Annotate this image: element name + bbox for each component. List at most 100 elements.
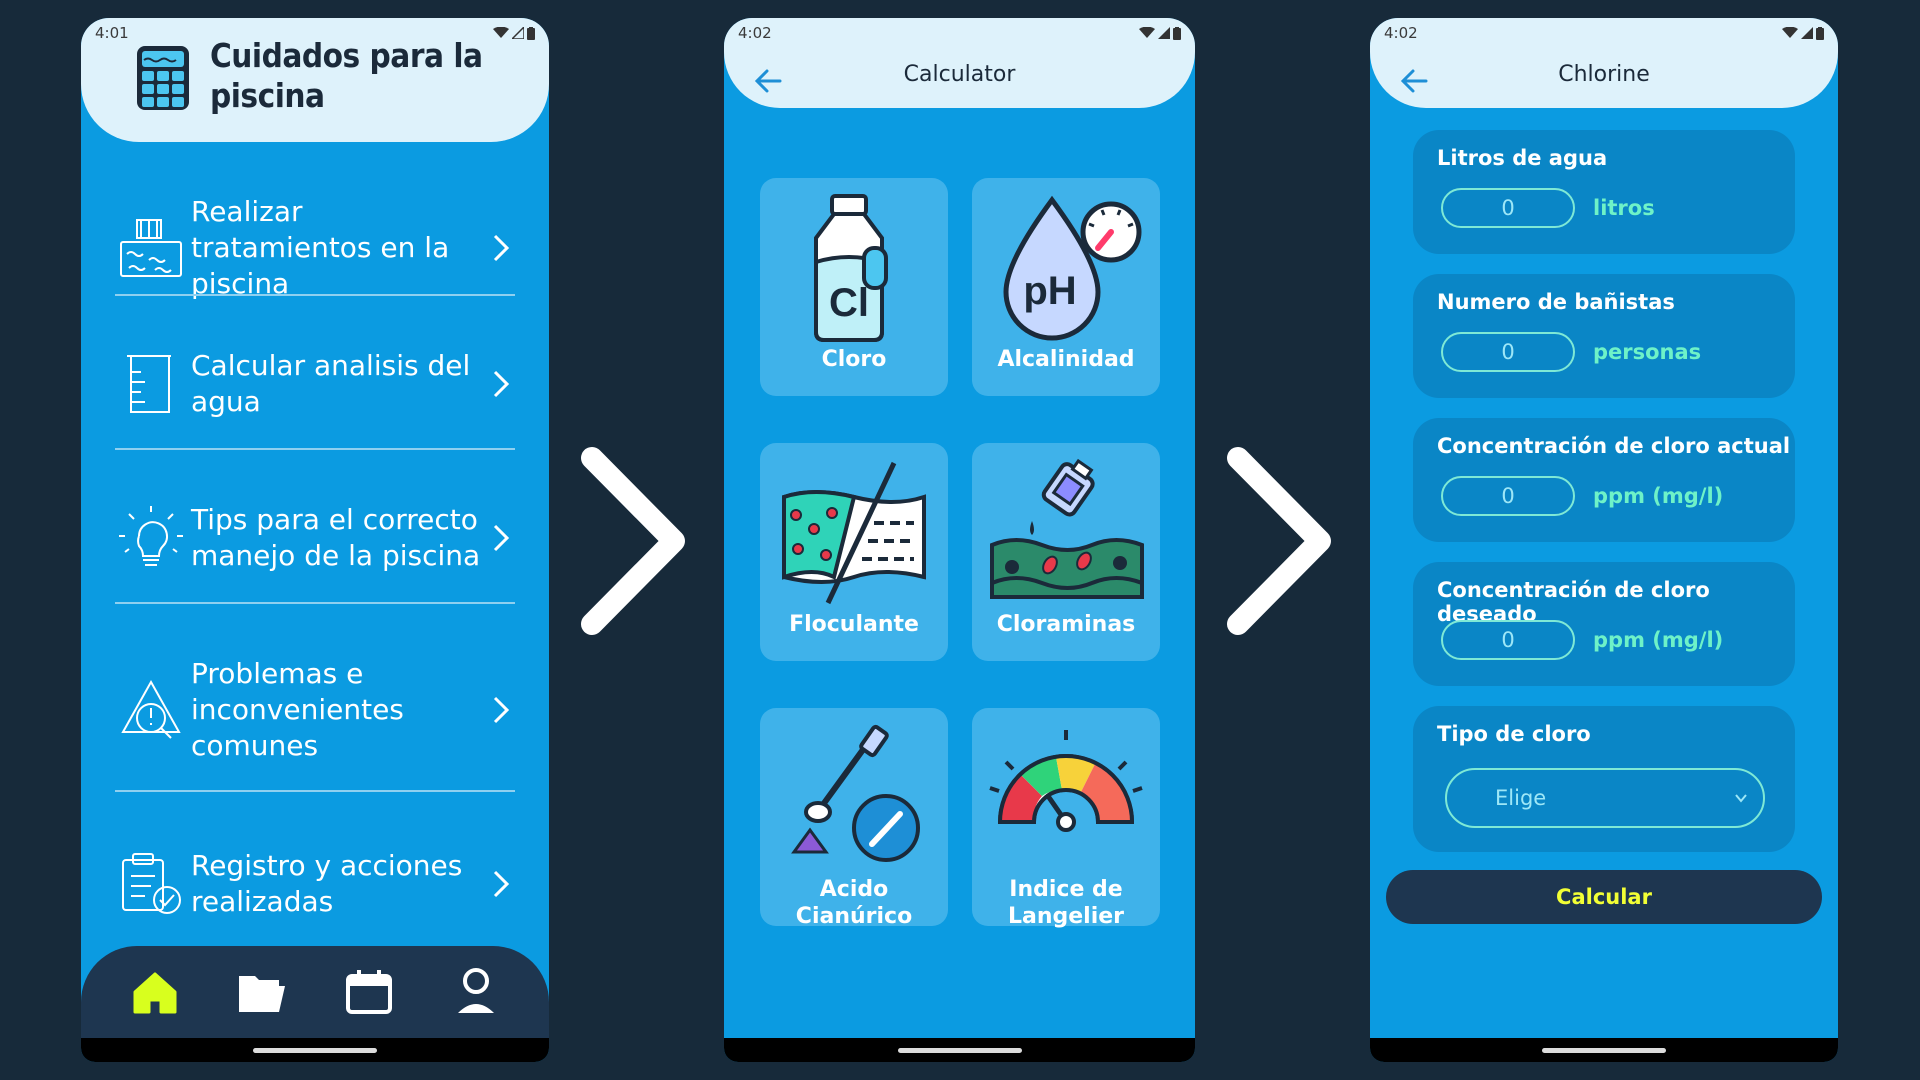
calcular-button[interactable]: Calcular (1386, 870, 1822, 924)
card-label: Indice de Langelier (1007, 877, 1125, 929)
menu-item-label: Problemas e inconvenientes comunes (191, 657, 404, 762)
signal-icon (1801, 27, 1813, 39)
tipo-cloro-select[interactable]: Elige (1445, 768, 1765, 828)
cloro-deseado-input[interactable] (1441, 620, 1575, 660)
field-label: Concentración de cloro actual (1437, 434, 1791, 458)
menu-divider (115, 294, 515, 296)
chevron-right-icon (493, 870, 510, 898)
card-alcalinidad[interactable]: pH Alcalinidad (972, 178, 1160, 396)
cyanuric-acid-icon (791, 724, 920, 862)
card-cloro[interactable]: Cl Cloro (760, 178, 948, 396)
battery-icon (1816, 26, 1824, 40)
field-unit: litros (1593, 196, 1655, 220)
menu-item-label: Calcular analisis del agua (191, 349, 471, 418)
chlorine-screen: 4:02 Chlorine Litros de agua litros Nume… (1370, 18, 1838, 1062)
menu-item-treatments[interactable]: Realizar tratamientos en la piscina (115, 194, 515, 302)
cl-symbol: Cl (829, 281, 869, 325)
pool-icon (120, 219, 182, 277)
flocculant-icon (782, 461, 926, 605)
card-label: Acido Cianúrico (795, 877, 913, 929)
chlorine-bottle-icon: Cl (814, 194, 888, 342)
bottom-navigation (81, 946, 549, 1038)
flow-arrow-icon (581, 447, 685, 635)
gesture-bar (1370, 1038, 1838, 1062)
select-value: Elige (1495, 786, 1547, 810)
warning-icon (121, 679, 181, 739)
wifi-icon (1782, 27, 1798, 38)
field-group-litros: Litros de agua litros (1413, 130, 1795, 254)
menu-divider (115, 790, 515, 792)
card-label: Cloro (821, 347, 887, 372)
page-title: Chlorine (1558, 62, 1650, 87)
status-icons (1139, 26, 1181, 40)
menu-item-tips[interactable]: Tips para el correcto manejo de la pisci… (115, 502, 515, 574)
menu-divider (115, 448, 515, 450)
battery-icon (527, 26, 535, 40)
field-label: Tipo de cloro (1437, 722, 1591, 746)
battery-icon (1173, 26, 1181, 40)
nav-home[interactable] (127, 964, 183, 1020)
chevron-right-icon (493, 234, 510, 262)
menu-item-records[interactable]: Registro y acciones realizadas (115, 848, 515, 920)
chlorine-header: 4:02 Chlorine (1370, 18, 1838, 108)
field-group-cloro-deseado: Concentración de cloro deseado ppm (mg/l… (1413, 562, 1795, 686)
gesture-pill[interactable] (897, 1048, 1022, 1053)
field-label: Litros de agua (1437, 146, 1608, 170)
card-cloraminas[interactable]: Cloraminas (972, 443, 1160, 661)
signal-icon (1158, 27, 1170, 39)
ph-symbol: pH (1023, 269, 1076, 313)
nav-folder[interactable] (234, 964, 290, 1020)
card-acido-cianurico[interactable]: Acido Cianúrico (760, 708, 948, 929)
card-floculante[interactable]: Floculante (760, 443, 948, 661)
wifi-icon (1139, 27, 1155, 38)
field-unit: ppm (mg/l) (1593, 484, 1724, 508)
calculator-screen: 4:02 Calculator Cl Cloro pH Alcalinidad … (724, 18, 1195, 1062)
chevron-right-icon (493, 370, 510, 398)
page-title: Calculator (903, 62, 1016, 87)
gesture-bar (81, 1038, 549, 1062)
menu-item-water-analysis[interactable]: Calcular analisis del agua (115, 348, 515, 420)
menu-item-label: Tips para el correcto manejo de la pisci… (191, 503, 481, 572)
status-time: 4:02 (738, 24, 772, 42)
folder-icon (238, 976, 285, 1012)
field-group-cloro-actual: Concentración de cloro actual ppm (mg/l) (1413, 418, 1795, 542)
home-screen: 4:01 Cuidados para la piscina Realizar t… (81, 18, 549, 1062)
status-time: 4:01 (95, 24, 129, 42)
menu-item-label: Realizar tratamientos en la piscina (191, 195, 450, 300)
nav-calendar[interactable] (341, 964, 397, 1020)
menu-item-label: Registro y acciones realizadas (191, 849, 463, 918)
clipboard-check-icon (122, 853, 181, 914)
nav-profile[interactable] (448, 964, 504, 1020)
calculator-logo-icon (137, 46, 189, 110)
card-label: Alcalinidad (997, 347, 1135, 372)
ph-drop-icon: pH (1003, 195, 1142, 341)
field-unit: ppm (mg/l) (1593, 628, 1724, 652)
banistas-input[interactable] (1441, 332, 1575, 372)
field-label: Numero de bañistas (1437, 290, 1675, 314)
gesture-pill[interactable] (1542, 1048, 1666, 1053)
menu-divider (115, 602, 515, 604)
chevron-right-icon (493, 696, 510, 724)
litros-input[interactable] (1441, 188, 1575, 228)
chloramines-icon (990, 458, 1144, 599)
cloro-actual-input[interactable] (1441, 476, 1575, 516)
home-icon (133, 972, 176, 1014)
card-indice-langelier[interactable]: Indice de Langelier (972, 708, 1160, 929)
menu-item-problems[interactable]: Problemas e inconvenientes comunes (115, 656, 515, 764)
status-icons (1782, 26, 1824, 40)
gesture-pill[interactable] (253, 1048, 377, 1053)
field-group-banistas: Numero de bañistas personas (1413, 274, 1795, 398)
field-label: Concentración de cloro deseado (1437, 578, 1710, 626)
status-bar: 4:02 (738, 24, 1181, 42)
calculator-header: 4:02 Calculator (724, 18, 1195, 108)
app-title: Cuidados para la piscina (210, 36, 483, 115)
card-label: Floculante (789, 612, 919, 637)
card-label: Cloraminas (996, 612, 1136, 637)
calendar-icon (345, 970, 392, 1014)
lightbulb-icon (119, 506, 183, 566)
gauge-icon (989, 730, 1143, 832)
flow-arrow-icon (1227, 447, 1331, 635)
chevron-right-icon (493, 524, 510, 552)
status-time: 4:02 (1384, 24, 1418, 42)
status-bar: 4:02 (1384, 24, 1824, 42)
